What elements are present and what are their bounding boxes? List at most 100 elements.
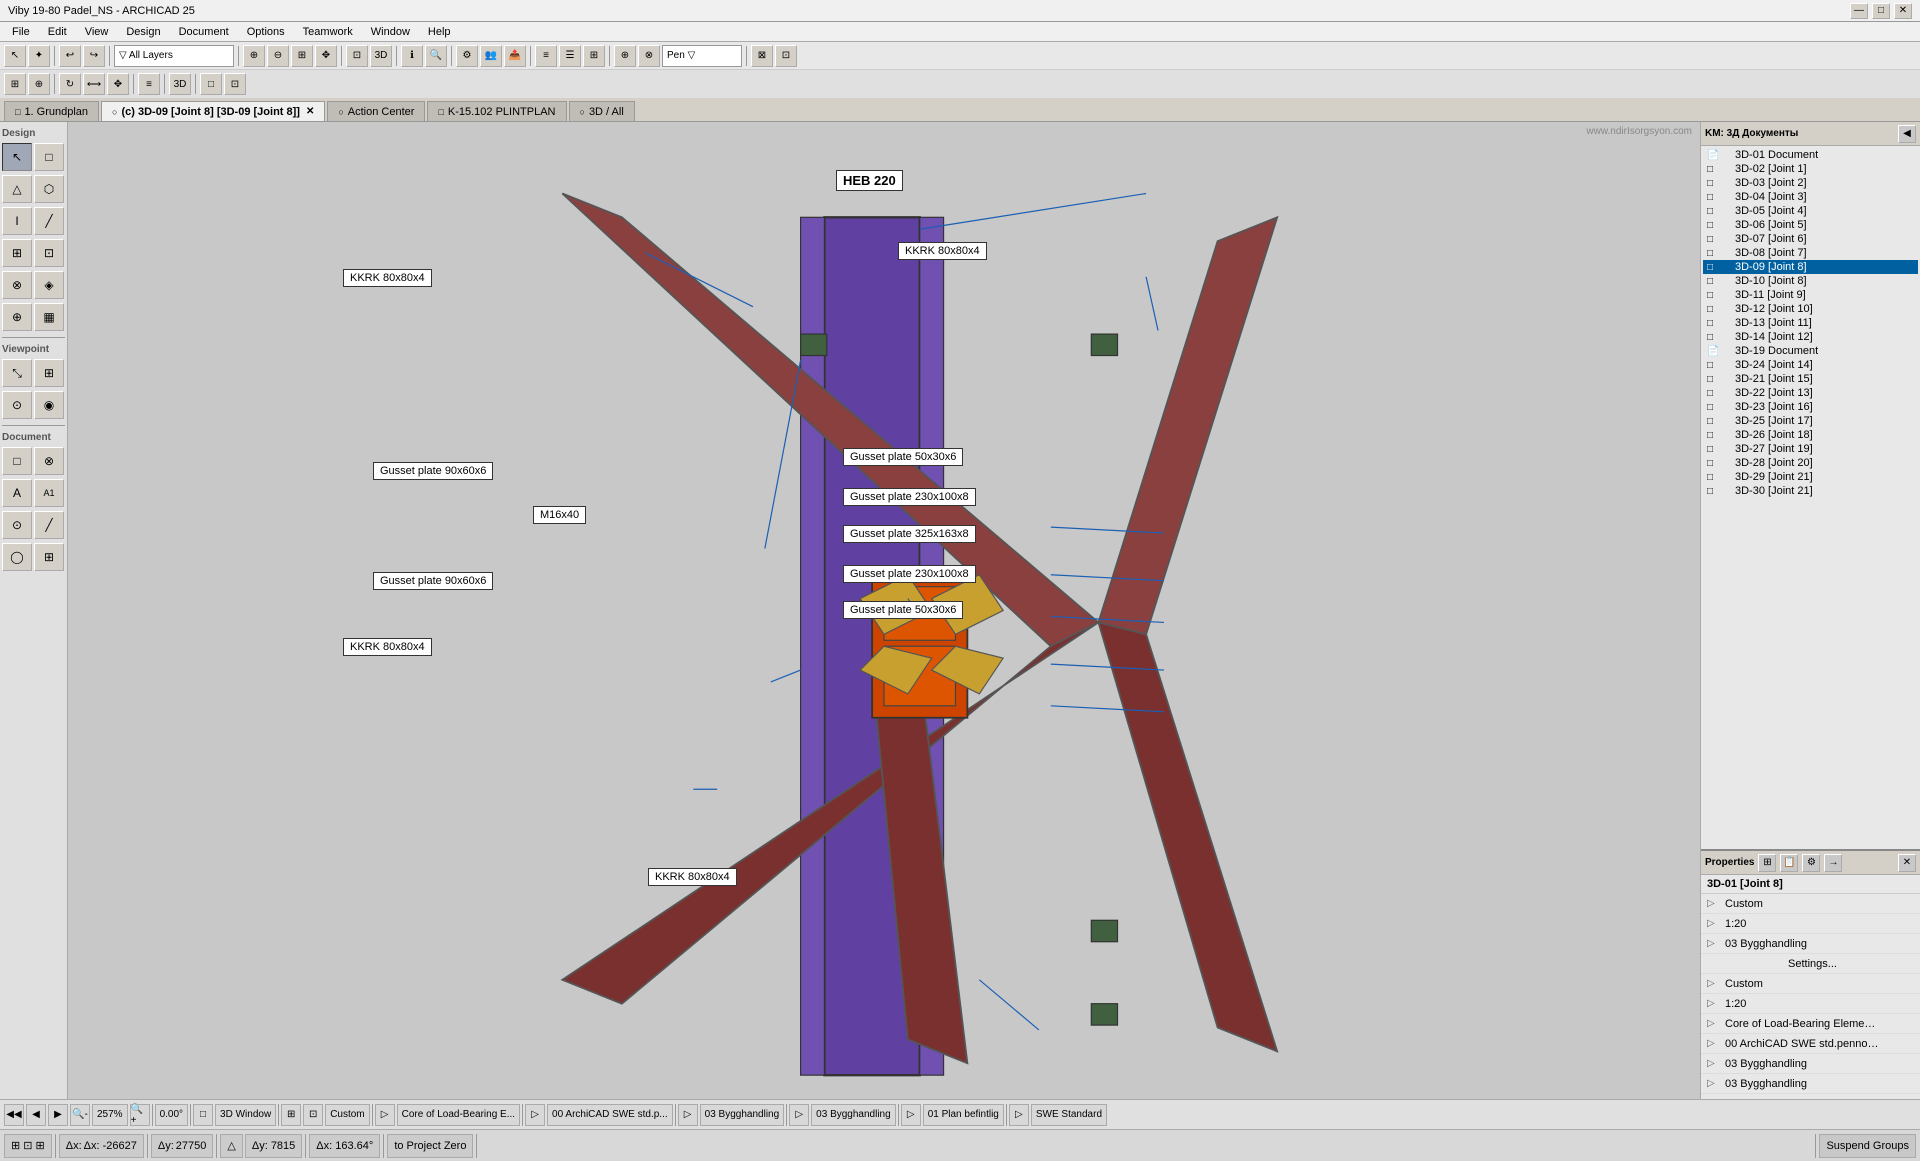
tool-roof[interactable]: △ — [2, 175, 32, 203]
tree-item-3d11[interactable]: □ 3D-11 [Joint 9] — [1703, 288, 1918, 302]
tb-zoom-in[interactable]: ⊕ — [243, 45, 265, 67]
tb-guide[interactable]: ⊗ — [638, 45, 660, 67]
tb-layer-dropdown[interactable]: ▽ All Layers — [114, 45, 234, 67]
tb-zoom-out[interactable]: ⊖ — [267, 45, 289, 67]
tb-snap[interactable]: ⊕ — [614, 45, 636, 67]
menu-file[interactable]: File — [4, 24, 38, 40]
tool-dim[interactable]: □ — [2, 447, 32, 475]
props-close-btn[interactable]: ✕ — [1898, 854, 1916, 872]
tool-stair[interactable]: ▦ — [34, 303, 64, 331]
tb-undo[interactable]: ↩ — [59, 45, 81, 67]
maximize-button[interactable]: □ — [1872, 3, 1890, 19]
close-button[interactable]: ✕ — [1894, 3, 1912, 19]
status-misc2[interactable]: ⊞ — [281, 1104, 301, 1126]
status-zoom-out[interactable]: 🔍- — [70, 1104, 90, 1126]
tb-3d[interactable]: 3D — [370, 45, 392, 67]
tb-pan[interactable]: ✥ — [315, 45, 337, 67]
tab-action[interactable]: ○ Action Center — [327, 101, 425, 121]
tb-pen-dropdown[interactable]: Pen ▽ — [662, 45, 742, 67]
tree-item-3d13[interactable]: □ 3D-13 [Joint 11] — [1703, 316, 1918, 330]
tb-settings[interactable]: ⚙ — [456, 45, 478, 67]
menu-design[interactable]: Design — [118, 24, 168, 40]
tree-item-3d06[interactable]: □ 3D-06 [Joint 5] — [1703, 218, 1918, 232]
tool-section[interactable]: ⊞ — [34, 359, 64, 387]
tool-fill[interactable]: ⊗ — [34, 447, 64, 475]
tool-camera[interactable]: ⊙ — [2, 391, 32, 419]
tool-object[interactable]: ⊕ — [2, 303, 32, 331]
tb-misc1[interactable]: ⊠ — [751, 45, 773, 67]
tree-item-3d29[interactable]: □ 3D-29 [Joint 21] — [1703, 470, 1918, 484]
tool-mesh[interactable]: ◈ — [34, 271, 64, 299]
tab-k15[interactable]: □ K-15.102 PLINTPLAN — [427, 101, 566, 121]
menu-teamwork[interactable]: Teamwork — [295, 24, 361, 40]
tb-section[interactable]: ⊡ — [346, 45, 368, 67]
tool-select[interactable]: ↖ — [2, 143, 32, 171]
tool-spot[interactable]: ⊙ — [2, 511, 32, 539]
props-btn-4[interactable]: → — [1824, 854, 1842, 872]
tree-item-3d09[interactable]: □ 3D-09 [Joint 8] — [1703, 260, 1918, 274]
tree-item-3d05[interactable]: □ 3D-05 [Joint 4] — [1703, 204, 1918, 218]
tb2-view1[interactable]: □ — [200, 73, 222, 95]
tree-item-3d14[interactable]: □ 3D-14 [Joint 12] — [1703, 330, 1918, 344]
status-zoom-in[interactable]: 🔍+ — [130, 1104, 150, 1126]
tb2-rotate[interactable]: ↻ — [59, 73, 81, 95]
tree-item-3d26[interactable]: □ 3D-26 [Joint 18] — [1703, 428, 1918, 442]
tree-item-3d04[interactable]: □ 3D-04 [Joint 3] — [1703, 190, 1918, 204]
props-settings-btn[interactable]: Settings... — [1707, 958, 1914, 970]
tree-item-3d27[interactable]: □ 3D-27 [Joint 19] — [1703, 442, 1918, 456]
tb-magic[interactable]: ✦ — [28, 45, 50, 67]
cmd-suspend-groups[interactable]: Suspend Groups — [1819, 1134, 1916, 1158]
tree-item-3d07[interactable]: □ 3D-07 [Joint 6] — [1703, 232, 1918, 246]
tb2-move[interactable]: ✥ — [107, 73, 129, 95]
props-btn-1[interactable]: ⊞ — [1758, 854, 1776, 872]
tool-arc[interactable]: ◯ — [2, 543, 32, 571]
tree-item-3d02[interactable]: □ 3D-02 [Joint 1] — [1703, 162, 1918, 176]
props-row-settings[interactable]: Settings... — [1701, 954, 1920, 974]
tree-item-3d24[interactable]: □ 3D-24 [Joint 14] — [1703, 358, 1918, 372]
tool-pan2[interactable]: ⤡ — [2, 359, 32, 387]
project-tree[interactable]: 📄 3D-01 Document □ 3D-02 [Joint 1] □ 3D-… — [1701, 146, 1920, 849]
tb-misc2[interactable]: ⊡ — [775, 45, 797, 67]
tree-item-3d21[interactable]: □ 3D-21 [Joint 15] — [1703, 372, 1918, 386]
tree-item-3d12[interactable]: □ 3D-12 [Joint 10] — [1703, 302, 1918, 316]
tool-orbit[interactable]: ◉ — [34, 391, 64, 419]
tree-item-3d10[interactable]: □ 3D-10 [Joint 8] — [1703, 274, 1918, 288]
status-misc9[interactable]: ▷ — [1009, 1104, 1029, 1126]
tool-line[interactable]: ╱ — [34, 511, 64, 539]
tb-options3[interactable]: ⊞ — [583, 45, 605, 67]
tree-item-3d25[interactable]: □ 3D-25 [Joint 17] — [1703, 414, 1918, 428]
status-misc8[interactable]: ▷ — [901, 1104, 921, 1126]
tb-options1[interactable]: ≡ — [535, 45, 557, 67]
tree-item-3d01[interactable]: 📄 3D-01 Document — [1703, 148, 1918, 162]
tab-3d09[interactable]: ○ (c) 3D-09 [Joint 8] [3D-09 [Joint 8]] … — [101, 101, 325, 121]
tree-item-3d08[interactable]: □ 3D-08 [Joint 7] — [1703, 246, 1918, 260]
tool-beam[interactable]: ╱ — [34, 207, 64, 235]
minimize-button[interactable]: — — [1850, 3, 1868, 19]
status-misc4[interactable]: ▷ — [375, 1104, 395, 1126]
tb-zoom-fit[interactable]: ⊞ — [291, 45, 313, 67]
status-misc3[interactable]: ⊡ — [303, 1104, 323, 1126]
tool-curtain[interactable]: ⊡ — [34, 239, 64, 267]
status-nav1[interactable]: ◀◀ — [4, 1104, 24, 1126]
tb2-mirror[interactable]: ⟷ — [83, 73, 105, 95]
tool-wall[interactable]: □ — [34, 143, 64, 171]
menu-help[interactable]: Help — [420, 24, 459, 40]
tool-text[interactable]: A — [2, 479, 32, 507]
tb-arrow[interactable]: ↖ — [4, 45, 26, 67]
tb2-align[interactable]: ≡ — [138, 73, 160, 95]
tree-item-3d28[interactable]: □ 3D-28 [Joint 20] — [1703, 456, 1918, 470]
tool-column[interactable]: I — [2, 207, 32, 235]
tree-collapse-btn[interactable]: ◀ — [1898, 125, 1916, 143]
tb-teamwork[interactable]: 👥 — [480, 45, 502, 67]
tb2-3d-mode[interactable]: 3D — [169, 73, 191, 95]
tb-publish[interactable]: 📤 — [504, 45, 526, 67]
menu-window[interactable]: Window — [363, 24, 418, 40]
status-misc6[interactable]: ▷ — [678, 1104, 698, 1126]
tool-morph[interactable]: ⊗ — [2, 271, 32, 299]
tree-item-3d30[interactable]: □ 3D-30 [Joint 21] — [1703, 484, 1918, 498]
tree-item-3d23[interactable]: □ 3D-23 [Joint 16] — [1703, 400, 1918, 414]
viewport[interactable]: www.ndirIsorgsyon.com — [68, 122, 1700, 1099]
status-nav3[interactable]: ▶ — [48, 1104, 68, 1126]
status-nav2[interactable]: ◀ — [26, 1104, 46, 1126]
tool-slab[interactable]: ⬡ — [34, 175, 64, 203]
